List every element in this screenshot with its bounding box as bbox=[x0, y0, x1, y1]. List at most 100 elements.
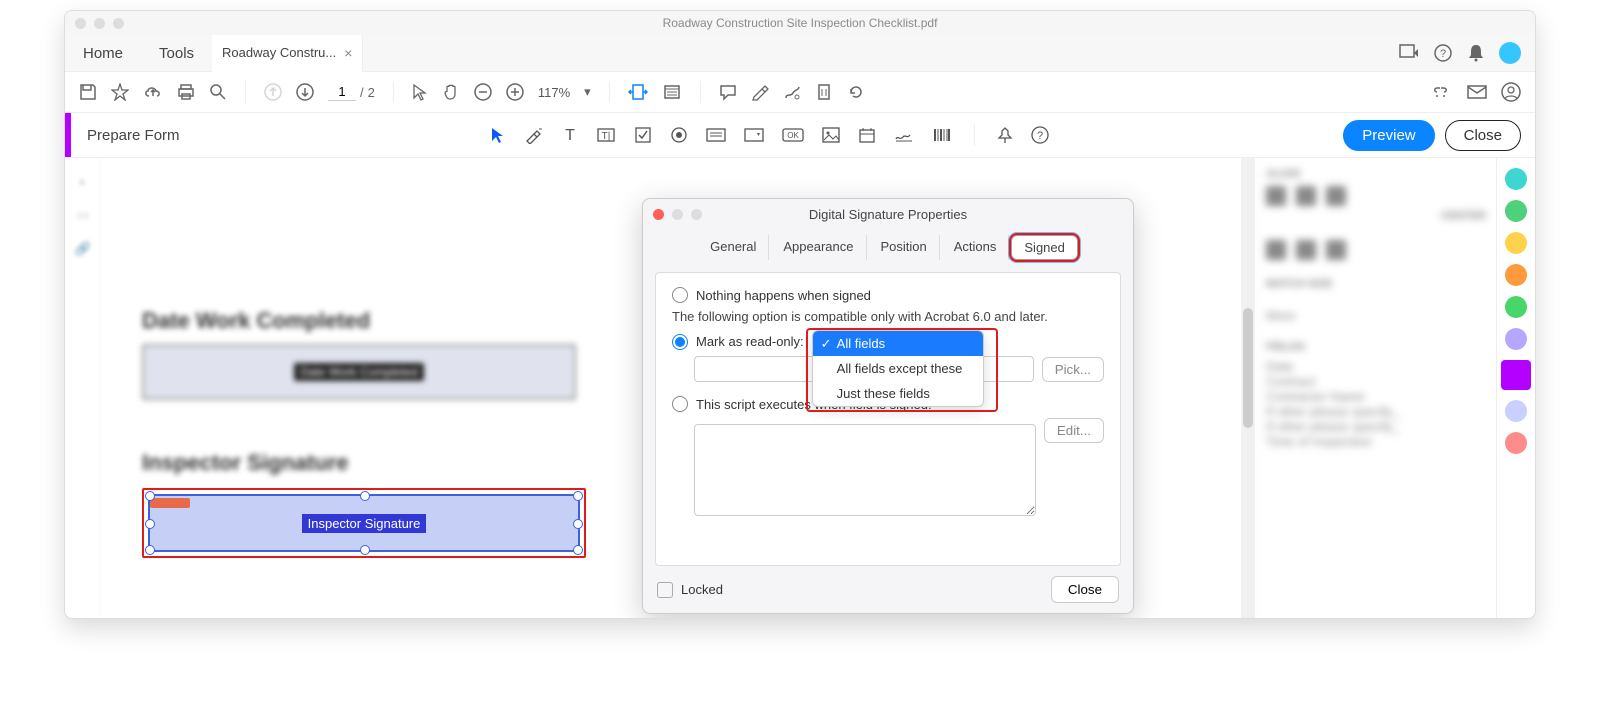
prepare-form-rail-icon[interactable] bbox=[1501, 360, 1531, 390]
radio-nothing[interactable] bbox=[672, 287, 688, 303]
zoom-out-icon[interactable] bbox=[474, 83, 492, 101]
radio-script[interactable] bbox=[672, 396, 688, 412]
tab-tools[interactable]: Tools bbox=[141, 45, 212, 62]
dd-except[interactable]: All fields except these bbox=[813, 356, 983, 381]
form-tools: T T| OK ? bbox=[196, 124, 1344, 146]
dd-just[interactable]: Just these fields bbox=[813, 381, 983, 406]
prepare-form-bar: Prepare Form T T| OK ? Preview Close bbox=[65, 113, 1535, 158]
prepare-form-label: Prepare Form bbox=[71, 127, 196, 144]
vertical-scrollbar[interactable] bbox=[1241, 158, 1255, 618]
print-icon[interactable] bbox=[177, 83, 195, 101]
app-tabs: Home Tools Roadway Constru... × ? bbox=[65, 35, 1535, 72]
locked-checkbox[interactable] bbox=[657, 582, 673, 598]
readonly-dropdown-menu: All fields All fields except these Just … bbox=[812, 330, 984, 407]
tab-position[interactable]: Position bbox=[869, 235, 940, 260]
date-field-box[interactable]: Date Work Completed bbox=[142, 344, 576, 400]
star-icon[interactable] bbox=[111, 83, 129, 101]
mail-icon[interactable] bbox=[1467, 84, 1487, 100]
zoom-level[interactable]: 117% bbox=[538, 85, 570, 100]
svg-text:?: ? bbox=[1037, 130, 1043, 142]
checkbox-tool-icon[interactable] bbox=[634, 126, 652, 144]
radio-nothing-label: Nothing happens when signed bbox=[696, 288, 871, 303]
left-nav-rail[interactable]: ◐▭🔗 bbox=[65, 158, 102, 618]
text-field-icon[interactable]: T bbox=[562, 126, 578, 144]
svg-text:?: ? bbox=[1440, 48, 1446, 60]
user-avatar[interactable] bbox=[1499, 42, 1521, 64]
hand-tool-icon[interactable] bbox=[442, 83, 460, 101]
edit-text-tool-icon[interactable] bbox=[524, 126, 544, 144]
date-field-icon[interactable] bbox=[858, 126, 876, 144]
tab-home[interactable]: Home bbox=[65, 45, 141, 62]
tab-actions[interactable]: Actions bbox=[942, 235, 1010, 260]
signature-field-tag: Inspector Signature bbox=[302, 514, 427, 533]
right-tool-rail[interactable] bbox=[1496, 158, 1535, 618]
document-tab-label: Roadway Constru... bbox=[222, 45, 336, 60]
tab-general[interactable]: General bbox=[698, 235, 769, 260]
zoom-in-icon[interactable] bbox=[506, 83, 524, 101]
preview-button[interactable]: Preview bbox=[1343, 120, 1434, 151]
help2-icon[interactable]: ? bbox=[1031, 126, 1049, 144]
tab-appearance[interactable]: Appearance bbox=[771, 235, 866, 260]
comment-icon[interactable] bbox=[719, 83, 737, 101]
dialog-titlebar[interactable]: Digital Signature Properties bbox=[643, 199, 1133, 229]
radio-readonly-label: Mark as read-only: bbox=[696, 334, 804, 349]
titlebar: Roadway Construction Site Inspection Che… bbox=[65, 11, 1535, 35]
locked-label: Locked bbox=[681, 582, 723, 597]
window-title: Roadway Construction Site Inspection Che… bbox=[65, 16, 1535, 30]
svg-text:T|: T| bbox=[602, 131, 611, 142]
barcode-tool-icon[interactable] bbox=[932, 127, 952, 143]
draw-icon[interactable] bbox=[783, 83, 801, 101]
bell-icon[interactable] bbox=[1467, 43, 1485, 63]
dialog-tabs: General Appearance Position Actions Sign… bbox=[643, 235, 1133, 260]
erase-icon[interactable] bbox=[815, 83, 833, 101]
help-icon[interactable]: ? bbox=[1433, 43, 1453, 63]
field-list[interactable]: Date Contract Contractor Name If other p… bbox=[1266, 359, 1486, 449]
pointer-tool-icon[interactable] bbox=[490, 126, 506, 144]
tab-signed[interactable]: Signed bbox=[1011, 235, 1077, 260]
app-window: Roadway Construction Site Inspection Che… bbox=[64, 10, 1536, 619]
compat-note: The following option is compatible only … bbox=[672, 309, 1104, 324]
pick-button[interactable]: Pick... bbox=[1042, 357, 1104, 382]
dropdown-tool-icon[interactable] bbox=[744, 127, 764, 143]
dd-all-fields[interactable]: All fields bbox=[813, 331, 983, 356]
zoom-chevron-icon[interactable]: ▾ bbox=[584, 84, 591, 100]
list-box-icon[interactable] bbox=[706, 127, 726, 143]
button-tool-icon[interactable]: OK bbox=[782, 128, 804, 142]
page-down-icon[interactable] bbox=[296, 83, 314, 101]
close-mode-button[interactable]: Close bbox=[1445, 120, 1521, 151]
document-canvas[interactable]: Date Work Completed Date Work Completed … bbox=[102, 158, 1255, 618]
dialog-title: Digital Signature Properties bbox=[643, 207, 1133, 222]
pin-icon[interactable] bbox=[997, 126, 1013, 144]
page-current-input[interactable] bbox=[328, 83, 356, 101]
selected-field-highlight: Inspector Signature bbox=[142, 488, 586, 558]
screen-icon[interactable] bbox=[1399, 44, 1419, 62]
fit-width-icon[interactable] bbox=[628, 83, 648, 101]
save-icon[interactable] bbox=[79, 83, 97, 101]
radio-readonly[interactable] bbox=[672, 334, 688, 350]
script-textarea[interactable] bbox=[694, 424, 1036, 516]
highlight-icon[interactable] bbox=[751, 83, 769, 101]
link-icon[interactable] bbox=[1431, 83, 1453, 101]
cloud-upload-icon[interactable] bbox=[143, 83, 163, 101]
page-total: 2 bbox=[368, 85, 375, 100]
edit-button[interactable]: Edit... bbox=[1044, 418, 1104, 443]
dialog-close-button[interactable]: Close bbox=[1051, 576, 1119, 603]
signature-field[interactable]: Inspector Signature bbox=[148, 494, 580, 552]
text-box-icon[interactable]: T| bbox=[596, 126, 616, 144]
signature-field-icon[interactable] bbox=[894, 127, 914, 143]
select-tool-icon[interactable] bbox=[412, 83, 428, 101]
find-icon[interactable] bbox=[209, 83, 227, 101]
fit-page-icon[interactable] bbox=[662, 83, 682, 101]
page-indicator: / 2 bbox=[328, 83, 375, 101]
radio-tool-icon[interactable] bbox=[670, 126, 688, 144]
close-tab-icon[interactable]: × bbox=[344, 45, 352, 61]
field-label-signature: Inspector Signature bbox=[142, 450, 349, 476]
image-field-icon[interactable] bbox=[822, 127, 840, 143]
right-properties-panel: ALIGN CENTER MATCH SIZE More FIELDS Date… bbox=[1255, 158, 1496, 618]
dialog-footer: Locked Close bbox=[643, 566, 1133, 613]
page-up-icon[interactable] bbox=[264, 83, 282, 101]
rotate-icon[interactable] bbox=[847, 83, 865, 101]
signature-properties-dialog: Digital Signature Properties General App… bbox=[642, 198, 1134, 614]
profile-icon[interactable] bbox=[1501, 82, 1521, 102]
document-tab[interactable]: Roadway Constru... × bbox=[212, 35, 363, 73]
